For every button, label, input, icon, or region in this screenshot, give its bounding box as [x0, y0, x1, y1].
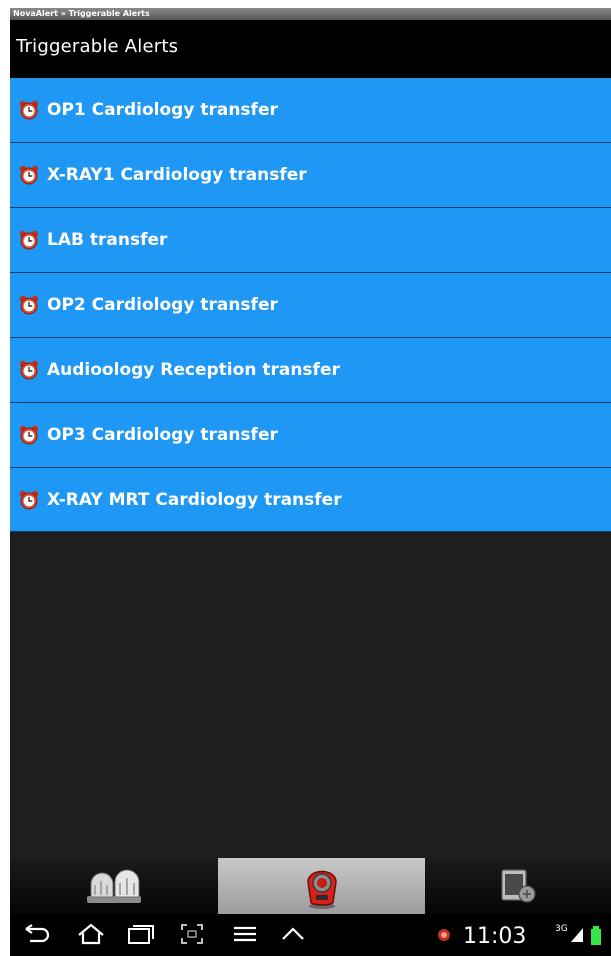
alert-label: OP2 Cardiology transfer	[47, 295, 278, 315]
recent-apps-icon[interactable]	[127, 923, 155, 945]
alarm-clock-icon	[19, 360, 39, 380]
breadcrumb: NovaAlert » Triggerable Alerts	[10, 8, 611, 20]
screenshot-icon[interactable]	[180, 923, 204, 945]
network-type: 3G	[555, 924, 568, 934]
chevron-up-icon[interactable]	[280, 923, 306, 945]
notification-icon[interactable]	[437, 928, 451, 942]
signal-icon	[571, 928, 583, 942]
alert-item[interactable]: X-RAY1 Cardiology transfer	[10, 143, 611, 208]
alert-item[interactable]: OP2 Cardiology transfer	[10, 273, 611, 338]
alert-item[interactable]: X-RAY MRT Cardiology transfer	[10, 468, 611, 532]
battery-icon	[591, 926, 601, 945]
system-navigation-bar: 11:03 3G	[10, 914, 611, 956]
tab-bar	[10, 858, 611, 914]
alert-label: X-RAY1 Cardiology transfer	[47, 165, 307, 185]
alert-label: LAB transfer	[47, 230, 168, 250]
page-title: Triggerable Alerts	[16, 36, 179, 57]
alarm-clock-icon	[19, 295, 39, 315]
alarm-clock-icon	[19, 165, 39, 185]
clock: 11:03	[463, 924, 527, 949]
alert-item[interactable]: OP3 Cardiology transfer	[10, 403, 611, 468]
alarm-clock-icon	[19, 230, 39, 250]
device-status-icon	[501, 869, 536, 903]
alarm-clock-icon	[19, 490, 39, 509]
alarm-clock-icon	[19, 425, 39, 445]
tab-alarm[interactable]	[218, 858, 425, 914]
alarm-button-icon	[306, 870, 337, 909]
home-icon[interactable]	[76, 923, 106, 945]
alert-label: X-RAY MRT Cardiology transfer	[47, 489, 342, 510]
tab-sirens[interactable]	[10, 858, 218, 914]
alert-item[interactable]: LAB transfer	[10, 208, 611, 273]
alert-item[interactable]: Audioology Reception transfer	[10, 338, 611, 403]
alert-item[interactable]: OP1 Cardiology transfer	[10, 78, 611, 143]
tab-devices[interactable]	[425, 858, 611, 914]
alert-label: Audioology Reception transfer	[47, 360, 340, 380]
title-bar: Triggerable Alerts	[10, 20, 611, 78]
siren-lights-icon	[87, 869, 141, 903]
menu-icon[interactable]	[232, 923, 258, 945]
back-icon[interactable]	[24, 923, 52, 945]
alert-list: OP1 Cardiology transfer X-RAY1 Cardiolog…	[10, 78, 611, 532]
alert-label: OP3 Cardiology transfer	[47, 425, 278, 445]
alert-label: OP1 Cardiology transfer	[47, 100, 278, 120]
app-window: NovaAlert » Triggerable Alerts Triggerab…	[10, 8, 611, 956]
alarm-clock-icon	[19, 100, 39, 120]
